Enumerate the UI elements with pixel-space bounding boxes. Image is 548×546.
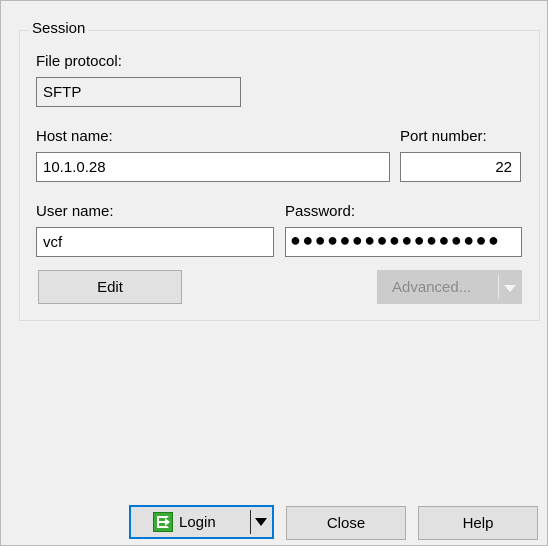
- help-button-label: Help: [462, 514, 494, 532]
- help-button[interactable]: Help: [418, 506, 538, 540]
- password-field[interactable]: ●●●●●●●●●●●●●●●●●: [285, 227, 522, 257]
- user-name-label: User name:: [36, 203, 114, 220]
- edit-button-label: Edit: [97, 278, 123, 296]
- login-dialog: Session File protocol: SFTP Host name: 1…: [0, 0, 548, 546]
- port-number-label: Port number:: [400, 128, 487, 145]
- advanced-button-label: Advanced...: [392, 278, 472, 296]
- close-button-label: Close: [326, 514, 366, 532]
- user-name-field[interactable]: vcf: [36, 227, 274, 257]
- password-label: Password:: [285, 203, 356, 220]
- login-split-divider: [250, 510, 251, 534]
- host-name-field[interactable]: 10.1.0.28: [36, 152, 390, 182]
- login-icon: [153, 512, 173, 532]
- close-button[interactable]: Close: [286, 506, 406, 540]
- host-name-label: Host name:: [36, 128, 113, 145]
- chevron-down-icon[interactable]: [504, 285, 516, 292]
- advanced-split-divider: [498, 275, 499, 299]
- chevron-down-icon[interactable]: [255, 518, 267, 526]
- edit-button[interactable]: Edit: [38, 270, 182, 304]
- advanced-button[interactable]: Advanced...: [377, 270, 522, 304]
- login-button[interactable]: Login: [129, 505, 274, 539]
- file-protocol-label: File protocol:: [36, 53, 122, 70]
- port-number-field[interactable]: 22: [400, 152, 521, 182]
- file-protocol-field[interactable]: SFTP: [36, 77, 241, 107]
- login-button-label: Login: [179, 513, 216, 531]
- session-group-title: Session: [29, 20, 89, 37]
